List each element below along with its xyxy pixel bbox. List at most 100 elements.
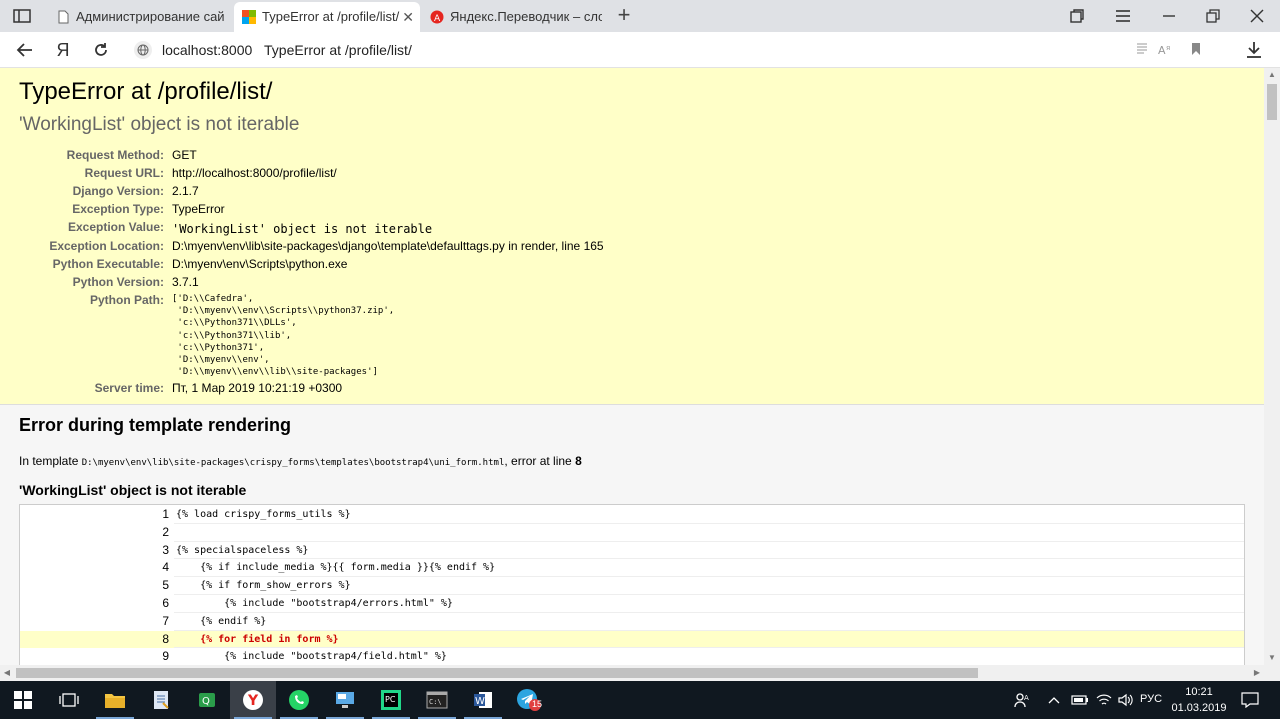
line-number: 9: [162, 649, 169, 664]
battery-indicator[interactable]: [1070, 681, 1090, 719]
taskbar-monitor-app[interactable]: [322, 681, 368, 719]
close-window-button[interactable]: [1242, 4, 1272, 28]
scroll-right-icon[interactable]: ▶: [1250, 665, 1264, 681]
people-icon: A: [1014, 693, 1029, 708]
browser-tab-strip: Администрирование сайта TypeError at /pr…: [0, 0, 1280, 32]
new-tab-button[interactable]: +: [612, 4, 636, 28]
scroll-down-icon[interactable]: ▼: [1264, 651, 1280, 665]
line-number: 7: [162, 613, 169, 628]
taskbar-whatsapp[interactable]: [276, 681, 322, 719]
tab-label: Яндекс.Переводчик – словарь: [450, 9, 602, 24]
meta-label: Exception Location:: [49, 239, 164, 253]
meta-label: Request Method:: [66, 148, 164, 162]
tab-admin[interactable]: Администрирование сайта: [48, 2, 232, 32]
taskbar-word[interactable]: W: [460, 681, 506, 719]
file-explorer-icon: [105, 694, 125, 708]
battery-icon: [1071, 695, 1088, 705]
address-host: localhost:8000: [162, 42, 253, 58]
restore-icon: [1206, 9, 1220, 23]
vertical-scrollbar[interactable]: ▲ ▼: [1264, 68, 1280, 665]
clock-time: 10:21: [1185, 686, 1213, 698]
svg-text:W: W: [475, 696, 485, 707]
tab-yandex-translate[interactable]: A Яндекс.Переводчик – словарь: [422, 2, 610, 32]
meta-label: Request URL:: [84, 166, 164, 180]
line-number: 2: [162, 524, 169, 539]
back-button[interactable]: [12, 38, 38, 62]
reload-button[interactable]: [88, 38, 114, 62]
vertical-scroll-thumb[interactable]: [1267, 84, 1277, 120]
meta-value: http://localhost:8000/profile/list/: [172, 166, 337, 180]
taskbar-file-explorer[interactable]: [92, 681, 138, 719]
task-view-button[interactable]: [46, 681, 92, 719]
meta-label: Django Version:: [72, 184, 164, 198]
svg-text:я: я: [1166, 44, 1170, 52]
taskbar-telegram[interactable]: 15: [506, 681, 552, 719]
scroll-left-icon[interactable]: ◀: [0, 665, 14, 681]
source-line: 3 {% specialspaceless %}: [20, 542, 1244, 560]
taskbar-spreadsheet[interactable]: Q: [184, 681, 230, 719]
restore-button[interactable]: [1198, 4, 1228, 28]
globe-icon: [134, 41, 152, 59]
address-bar[interactable]: localhost:8000 TypeError at /profile/lis…: [128, 36, 1218, 64]
close-icon: [1250, 9, 1264, 23]
meta-value: 2.1.7: [172, 184, 199, 198]
bookmark-icon[interactable]: [1188, 42, 1204, 58]
excel-like-icon: Q: [199, 693, 215, 707]
minimize-button[interactable]: [1154, 4, 1184, 28]
action-center-button[interactable]: [1238, 681, 1262, 719]
yandex-home-button[interactable]: Я: [50, 38, 76, 62]
taskbar-yandex-browser[interactable]: Y: [230, 681, 276, 719]
notepad-icon: [154, 691, 169, 709]
source-line: 1 {% load crispy_forms_utils %}: [20, 506, 1244, 524]
horizontal-scrollbar[interactable]: ◀ ▶: [0, 665, 1280, 681]
taskbar-terminal[interactable]: C:\: [414, 681, 460, 719]
page-title: TypeError at /profile/list/: [19, 78, 273, 105]
sidebar-toggle-button[interactable]: [8, 6, 36, 26]
line-number: 3: [162, 542, 169, 557]
template-source: 1 {% load crispy_forms_utils %} 2 3 {% spe…: [19, 504, 1245, 665]
word-icon: W: [474, 692, 492, 708]
windows-start-icon: [14, 691, 32, 709]
error-line-number: 8: [575, 454, 582, 468]
horizontal-scroll-thumb[interactable]: [16, 668, 978, 678]
line-number: 1: [162, 507, 169, 521]
windows-taskbar: Q Y PC C:\ W 15 A РУС 10:21 01.03.2019: [0, 681, 1280, 719]
tabs-manager-button[interactable]: [1062, 4, 1092, 28]
downloads-button[interactable]: [1242, 38, 1266, 62]
template-error-section: Error during template rendering In templ…: [0, 405, 1264, 665]
line-number: 6: [162, 595, 169, 610]
menu-button[interactable]: [1108, 4, 1138, 28]
error-summary: TypeError at /profile/list/ 'WorkingList…: [0, 68, 1264, 405]
meta-value: D:\myenv\env\Scripts\python.exe: [172, 257, 348, 271]
python-path-value: ['D:\\Cafedra', 'D:\\myenv\\env\\Scripts…: [172, 294, 395, 378]
browser-toolbar: Я localhost:8000 TypeError at /profile/l…: [0, 32, 1280, 68]
translate-icon[interactable]: Aя: [1158, 42, 1174, 58]
telegram-badge: 15: [532, 699, 543, 709]
volume-indicator[interactable]: [1116, 681, 1136, 719]
meta-row: Exception Value: 'WorkingList' object is …: [19, 218, 604, 237]
show-hidden-icons-button[interactable]: [1046, 681, 1062, 719]
taskbar-pycharm[interactable]: PC: [368, 681, 414, 719]
meta-value: TypeError: [172, 202, 225, 216]
wifi-indicator[interactable]: [1094, 681, 1114, 719]
meta-row: Python Path: ['D:\\Cafedra', 'D:\\myenv\\…: [19, 291, 604, 379]
close-icon[interactable]: ✕: [402, 2, 414, 32]
document-icon: [58, 10, 69, 24]
input-language[interactable]: РУС: [1140, 693, 1162, 705]
svg-text:PC: PC: [385, 695, 396, 704]
tab-typeerror[interactable]: TypeError at /profile/list/ ✕: [234, 2, 420, 32]
reader-mode-icon[interactable]: [1134, 42, 1150, 58]
taskbar-notepad[interactable]: [138, 681, 184, 719]
intro-suffix: , error at line: [504, 454, 572, 468]
system-clock[interactable]: 10:21 01.03.2019: [1168, 684, 1230, 716]
scroll-up-icon[interactable]: ▲: [1264, 68, 1280, 82]
start-button[interactable]: [0, 681, 46, 719]
people-button[interactable]: A: [1012, 681, 1032, 719]
minimize-icon: [1163, 15, 1175, 17]
download-icon: [1247, 42, 1261, 58]
address-page-title: TypeError at /profile/list/: [264, 42, 412, 58]
line-code: {% for field in form %}: [174, 630, 1244, 649]
exception-message: 'WorkingList' object is not iterable: [19, 114, 300, 135]
svg-text:C:\: C:\: [429, 698, 442, 706]
meta-label: Python Executable:: [52, 257, 164, 271]
